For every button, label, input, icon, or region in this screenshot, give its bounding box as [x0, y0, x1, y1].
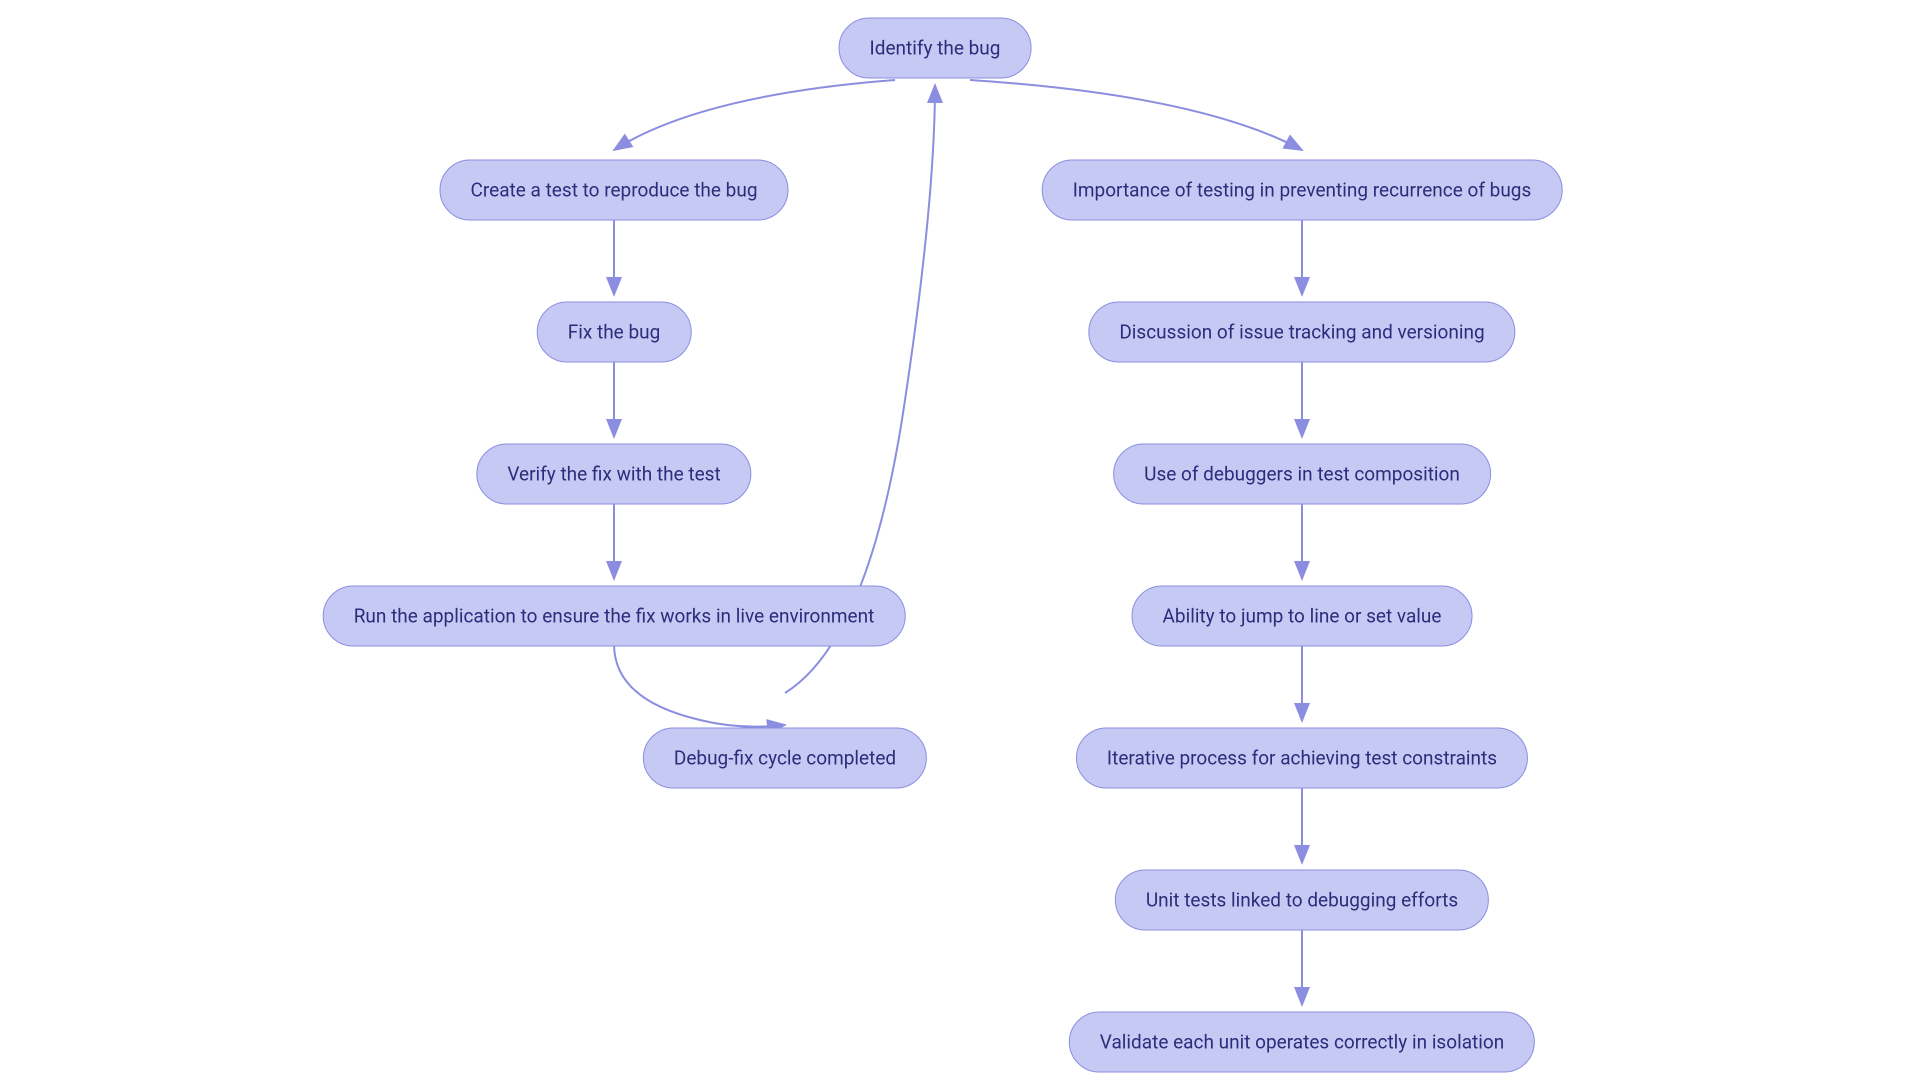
node-fix-bug: Fix the bug	[537, 302, 692, 363]
node-debug-cycle-completed: Debug-fix cycle completed	[643, 728, 927, 789]
node-issue-tracking: Discussion of issue tracking and version…	[1088, 302, 1515, 363]
node-validate-unit: Validate each unit operates correctly in…	[1069, 1012, 1535, 1073]
node-unit-tests: Unit tests linked to debugging efforts	[1115, 870, 1489, 931]
node-iterative-process: Iterative process for achieving test con…	[1076, 728, 1528, 789]
node-create-test: Create a test to reproduce the bug	[440, 160, 789, 221]
node-run-application: Run the application to ensure the fix wo…	[323, 586, 906, 647]
node-jump-line: Ability to jump to line or set value	[1132, 586, 1473, 647]
flowchart-edges	[0, 0, 1920, 1080]
node-importance-testing: Importance of testing in preventing recu…	[1042, 160, 1563, 221]
node-identify-bug: Identify the bug	[839, 18, 1032, 79]
node-verify-fix: Verify the fix with the test	[476, 444, 751, 505]
node-debuggers: Use of debuggers in test composition	[1113, 444, 1491, 505]
